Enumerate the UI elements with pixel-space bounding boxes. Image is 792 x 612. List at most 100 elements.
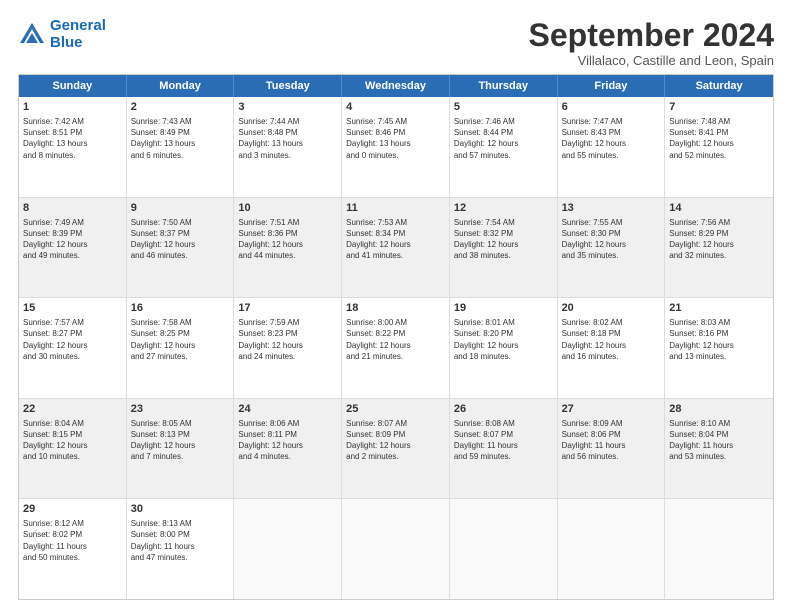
day-number: 23 [131, 402, 230, 417]
day-number: 21 [669, 301, 769, 316]
title-block: September 2024 Villalaco, Castille and L… [529, 18, 774, 68]
cell-info: Sunrise: 8:08 AMSunset: 8:07 PMDaylight:… [454, 418, 553, 463]
cell-info: Sunrise: 7:48 AMSunset: 8:41 PMDaylight:… [669, 116, 769, 161]
cell-info: Sunrise: 7:51 AMSunset: 8:36 PMDaylight:… [238, 217, 337, 262]
subtitle: Villalaco, Castille and Leon, Spain [529, 53, 774, 68]
calendar-cell-empty [665, 499, 773, 599]
day-number: 30 [131, 502, 230, 517]
day-number: 26 [454, 402, 553, 417]
day-number: 4 [346, 100, 445, 115]
calendar-cell-empty [342, 499, 450, 599]
day-number: 17 [238, 301, 337, 316]
day-number: 29 [23, 502, 122, 517]
day-number: 1 [23, 100, 122, 115]
calendar-cell-6: 6Sunrise: 7:47 AMSunset: 8:43 PMDaylight… [558, 97, 666, 197]
header-day-tuesday: Tuesday [234, 75, 342, 97]
cell-info: Sunrise: 7:53 AMSunset: 8:34 PMDaylight:… [346, 217, 445, 262]
cell-info: Sunrise: 8:02 AMSunset: 8:18 PMDaylight:… [562, 317, 661, 362]
calendar-cell-16: 16Sunrise: 7:58 AMSunset: 8:25 PMDayligh… [127, 298, 235, 398]
day-number: 28 [669, 402, 769, 417]
day-number: 3 [238, 100, 337, 115]
cell-info: Sunrise: 7:56 AMSunset: 8:29 PMDaylight:… [669, 217, 769, 262]
header-day-monday: Monday [127, 75, 235, 97]
calendar-cell-17: 17Sunrise: 7:59 AMSunset: 8:23 PMDayligh… [234, 298, 342, 398]
day-number: 8 [23, 201, 122, 216]
cell-info: Sunrise: 7:45 AMSunset: 8:46 PMDaylight:… [346, 116, 445, 161]
day-number: 11 [346, 201, 445, 216]
calendar-row-4: 29Sunrise: 8:12 AMSunset: 8:02 PMDayligh… [19, 499, 773, 599]
logo-text: General Blue [50, 18, 106, 51]
day-number: 19 [454, 301, 553, 316]
cell-info: Sunrise: 8:03 AMSunset: 8:16 PMDaylight:… [669, 317, 769, 362]
cell-info: Sunrise: 8:09 AMSunset: 8:06 PMDaylight:… [562, 418, 661, 463]
cell-info: Sunrise: 8:10 AMSunset: 8:04 PMDaylight:… [669, 418, 769, 463]
cell-info: Sunrise: 8:04 AMSunset: 8:15 PMDaylight:… [23, 418, 122, 463]
calendar-header: SundayMondayTuesdayWednesdayThursdayFrid… [19, 75, 773, 97]
cell-info: Sunrise: 7:57 AMSunset: 8:27 PMDaylight:… [23, 317, 122, 362]
header-day-saturday: Saturday [665, 75, 773, 97]
calendar-cell-26: 26Sunrise: 8:08 AMSunset: 8:07 PMDayligh… [450, 399, 558, 499]
calendar-cell-empty [450, 499, 558, 599]
calendar-cell-10: 10Sunrise: 7:51 AMSunset: 8:36 PMDayligh… [234, 198, 342, 298]
calendar-cell-25: 25Sunrise: 8:07 AMSunset: 8:09 PMDayligh… [342, 399, 450, 499]
header-day-friday: Friday [558, 75, 666, 97]
calendar-cell-19: 19Sunrise: 8:01 AMSunset: 8:20 PMDayligh… [450, 298, 558, 398]
cell-info: Sunrise: 7:59 AMSunset: 8:23 PMDaylight:… [238, 317, 337, 362]
calendar-cell-23: 23Sunrise: 8:05 AMSunset: 8:13 PMDayligh… [127, 399, 235, 499]
cell-info: Sunrise: 7:49 AMSunset: 8:39 PMDaylight:… [23, 217, 122, 262]
cell-info: Sunrise: 8:12 AMSunset: 8:02 PMDaylight:… [23, 518, 122, 563]
calendar-cell-2: 2Sunrise: 7:43 AMSunset: 8:49 PMDaylight… [127, 97, 235, 197]
calendar-cell-28: 28Sunrise: 8:10 AMSunset: 8:04 PMDayligh… [665, 399, 773, 499]
calendar-cell-7: 7Sunrise: 7:48 AMSunset: 8:41 PMDaylight… [665, 97, 773, 197]
day-number: 18 [346, 301, 445, 316]
calendar-row-0: 1Sunrise: 7:42 AMSunset: 8:51 PMDaylight… [19, 97, 773, 198]
calendar-cell-21: 21Sunrise: 8:03 AMSunset: 8:16 PMDayligh… [665, 298, 773, 398]
cell-info: Sunrise: 7:44 AMSunset: 8:48 PMDaylight:… [238, 116, 337, 161]
calendar-cell-22: 22Sunrise: 8:04 AMSunset: 8:15 PMDayligh… [19, 399, 127, 499]
calendar-cell-empty [558, 499, 666, 599]
calendar-cell-11: 11Sunrise: 7:53 AMSunset: 8:34 PMDayligh… [342, 198, 450, 298]
cell-info: Sunrise: 7:50 AMSunset: 8:37 PMDaylight:… [131, 217, 230, 262]
calendar-cell-13: 13Sunrise: 7:55 AMSunset: 8:30 PMDayligh… [558, 198, 666, 298]
header: General Blue September 2024 Villalaco, C… [18, 18, 774, 68]
calendar-cell-8: 8Sunrise: 7:49 AMSunset: 8:39 PMDaylight… [19, 198, 127, 298]
cell-info: Sunrise: 7:58 AMSunset: 8:25 PMDaylight:… [131, 317, 230, 362]
cell-info: Sunrise: 7:43 AMSunset: 8:49 PMDaylight:… [131, 116, 230, 161]
calendar-cell-15: 15Sunrise: 7:57 AMSunset: 8:27 PMDayligh… [19, 298, 127, 398]
day-number: 15 [23, 301, 122, 316]
calendar-cell-14: 14Sunrise: 7:56 AMSunset: 8:29 PMDayligh… [665, 198, 773, 298]
calendar-cell-29: 29Sunrise: 8:12 AMSunset: 8:02 PMDayligh… [19, 499, 127, 599]
calendar-cell-5: 5Sunrise: 7:46 AMSunset: 8:44 PMDaylight… [450, 97, 558, 197]
calendar-cell-18: 18Sunrise: 8:00 AMSunset: 8:22 PMDayligh… [342, 298, 450, 398]
header-day-thursday: Thursday [450, 75, 558, 97]
header-day-wednesday: Wednesday [342, 75, 450, 97]
cell-info: Sunrise: 8:06 AMSunset: 8:11 PMDaylight:… [238, 418, 337, 463]
cell-info: Sunrise: 8:13 AMSunset: 8:00 PMDaylight:… [131, 518, 230, 563]
calendar-cell-1: 1Sunrise: 7:42 AMSunset: 8:51 PMDaylight… [19, 97, 127, 197]
day-number: 27 [562, 402, 661, 417]
page: General Blue September 2024 Villalaco, C… [0, 0, 792, 612]
header-day-sunday: Sunday [19, 75, 127, 97]
calendar-row-3: 22Sunrise: 8:04 AMSunset: 8:15 PMDayligh… [19, 399, 773, 500]
day-number: 2 [131, 100, 230, 115]
day-number: 16 [131, 301, 230, 316]
logo: General Blue [18, 18, 106, 51]
month-title: September 2024 [529, 18, 774, 53]
day-number: 5 [454, 100, 553, 115]
day-number: 25 [346, 402, 445, 417]
cell-info: Sunrise: 8:05 AMSunset: 8:13 PMDaylight:… [131, 418, 230, 463]
calendar-cell-4: 4Sunrise: 7:45 AMSunset: 8:46 PMDaylight… [342, 97, 450, 197]
calendar-cell-30: 30Sunrise: 8:13 AMSunset: 8:00 PMDayligh… [127, 499, 235, 599]
day-number: 10 [238, 201, 337, 216]
day-number: 20 [562, 301, 661, 316]
cell-info: Sunrise: 7:46 AMSunset: 8:44 PMDaylight:… [454, 116, 553, 161]
calendar-body: 1Sunrise: 7:42 AMSunset: 8:51 PMDaylight… [19, 97, 773, 599]
day-number: 7 [669, 100, 769, 115]
logo-icon [18, 21, 46, 49]
cell-info: Sunrise: 8:01 AMSunset: 8:20 PMDaylight:… [454, 317, 553, 362]
day-number: 24 [238, 402, 337, 417]
cell-info: Sunrise: 7:55 AMSunset: 8:30 PMDaylight:… [562, 217, 661, 262]
calendar-cell-9: 9Sunrise: 7:50 AMSunset: 8:37 PMDaylight… [127, 198, 235, 298]
cell-info: Sunrise: 8:07 AMSunset: 8:09 PMDaylight:… [346, 418, 445, 463]
calendar-cell-empty [234, 499, 342, 599]
